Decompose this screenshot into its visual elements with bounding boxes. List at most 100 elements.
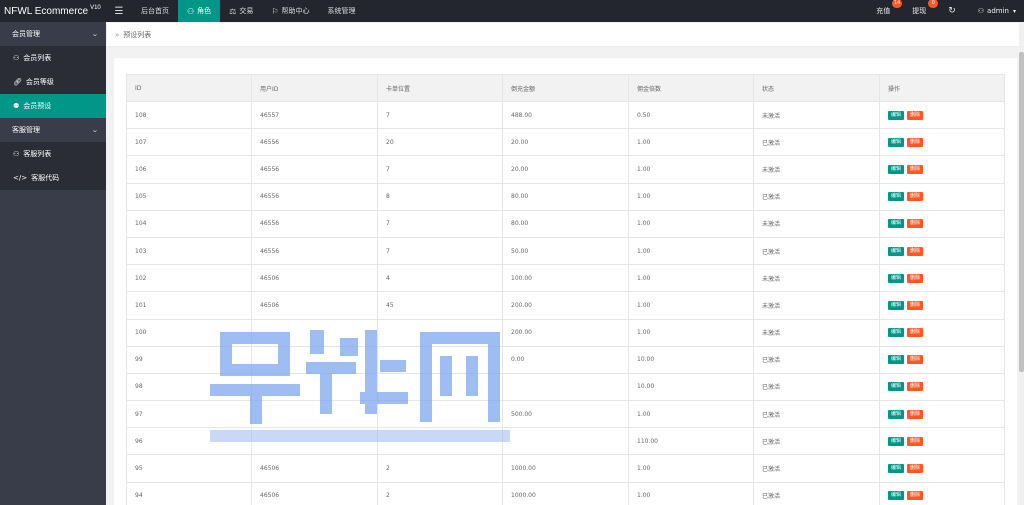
edit-button[interactable]: 编辑: [888, 137, 905, 147]
table-cell: 96: [126, 427, 252, 456]
table-cell: 101: [126, 291, 252, 320]
table-cell: 1.00: [628, 481, 754, 505]
scrollbar[interactable]: [1019, 22, 1024, 505]
table-cell: 4: [377, 264, 503, 293]
nav-home[interactable]: 后台首页: [132, 0, 178, 22]
withdraw-link[interactable]: 提现 0: [904, 0, 939, 22]
sidebar-item-member-level[interactable]: 🔗︎ 会员等级: [0, 70, 106, 94]
table-cell: [251, 427, 378, 456]
table-cell: 已激活: [753, 481, 880, 505]
table-cell: 1000.00: [502, 454, 629, 483]
sidebar-item-member-list[interactable]: ⚇ 会员列表: [0, 46, 106, 70]
preset-table: ID 用户ID 卡单位置 倒充金额 佣金倍数 状态 操作 108 46557 7 48…: [126, 74, 1005, 505]
withdraw-label: 提现: [912, 7, 927, 15]
sidebar-item-service-list[interactable]: ⚇ 客服列表: [0, 142, 106, 166]
delete-button[interactable]: 删除: [907, 491, 924, 501]
edit-button[interactable]: 编辑: [888, 491, 905, 501]
table-row: 102 46506 4 100.00 1.00 未激活 编辑 删除: [126, 264, 1005, 293]
column-header: 倒充金额: [502, 74, 629, 102]
edit-button[interactable]: 编辑: [888, 192, 905, 202]
column-header: 操作: [879, 74, 1005, 102]
actions-cell: 编辑 删除: [879, 372, 1005, 402]
app-brand[interactable]: NFWL Ecommerce V10: [0, 0, 106, 22]
table-cell: [502, 427, 629, 456]
edit-button[interactable]: 编辑: [888, 246, 905, 256]
scrollbar-thumb[interactable]: [1019, 52, 1024, 372]
edit-button[interactable]: 编辑: [888, 110, 905, 120]
table-cell: 1.00: [628, 128, 754, 157]
table-cell: 80.00: [502, 182, 629, 211]
edit-button[interactable]: 编辑: [888, 436, 905, 446]
sidebar-group-service[interactable]: 客服管理 ⌄: [0, 118, 106, 142]
group-icon: ⚉: [13, 102, 20, 110]
delete-button[interactable]: 删除: [907, 409, 924, 419]
table-cell: 0.00: [502, 345, 629, 374]
admin-label: admin: [987, 7, 1009, 15]
delete-button[interactable]: 删除: [907, 273, 924, 283]
actions-cell: 编辑 删除: [879, 345, 1005, 374]
column-header: 用户ID: [251, 74, 378, 102]
sidebar-item-service-code[interactable]: </> 客服代码: [0, 166, 106, 190]
table-cell: 110.00: [628, 427, 754, 456]
table-cell: 45: [377, 291, 503, 320]
delete-button[interactable]: 删除: [907, 164, 924, 174]
sidebar: 会员管理 ⌄ ⚇ 会员列表 🔗︎ 会员等级 ⚉ 会员预设 客服管理 ⌄ ⚇ 客服…: [0, 22, 106, 505]
delete-button[interactable]: 删除: [907, 137, 924, 147]
recharge-link[interactable]: 充值 14: [868, 0, 903, 22]
table-row: 105 46556 8 80.00 1.00 已激活 编辑 删除: [126, 182, 1005, 211]
table-cell: 10.00: [628, 345, 754, 374]
edit-button[interactable]: 编辑: [888, 464, 905, 474]
table-row: 107 46556 20 20.00 1.00 已激活 编辑 删除: [126, 128, 1005, 157]
edit-button[interactable]: 编辑: [888, 409, 905, 419]
delete-button[interactable]: 删除: [907, 436, 924, 446]
table-cell: 46557: [251, 100, 378, 130]
delete-button[interactable]: 删除: [907, 300, 924, 310]
delete-button[interactable]: 删除: [907, 192, 924, 202]
delete-button[interactable]: 删除: [907, 219, 924, 229]
sidebar-group-label: 客服管理: [12, 126, 40, 134]
table-cell: 100: [126, 318, 252, 347]
delete-button[interactable]: 删除: [907, 328, 924, 338]
table-cell: 7: [377, 209, 503, 238]
sidebar-group-members[interactable]: 会员管理 ⌄: [0, 22, 106, 46]
delete-button[interactable]: 删除: [907, 110, 924, 120]
edit-button[interactable]: 编辑: [888, 382, 905, 392]
table-row: 108 46557 7 488.00 0.50 未激活 编辑 删除: [126, 100, 1005, 130]
table-cell: [251, 345, 378, 374]
edit-button[interactable]: 编辑: [888, 300, 905, 310]
table-cell: 46556: [251, 155, 378, 184]
actions-cell: 编辑 删除: [879, 264, 1005, 293]
table-cell: 46556: [251, 209, 378, 238]
edit-button[interactable]: 编辑: [888, 328, 905, 338]
table-cell: 2: [377, 481, 503, 505]
hamburger-icon[interactable]: ☰: [106, 0, 132, 22]
admin-menu[interactable]: ⚇ admin ▾: [970, 0, 1024, 22]
delete-button[interactable]: 删除: [907, 382, 924, 392]
table-cell: 1.00: [628, 400, 754, 429]
delete-button[interactable]: 删除: [907, 246, 924, 256]
edit-button[interactable]: 编辑: [888, 273, 905, 283]
table-cell: 1000.00: [502, 481, 629, 505]
table-cell: 106: [126, 155, 252, 184]
actions-cell: 编辑 删除: [879, 155, 1005, 184]
edit-button[interactable]: 编辑: [888, 219, 905, 229]
edit-button[interactable]: 编辑: [888, 355, 905, 365]
delete-button[interactable]: 删除: [907, 464, 924, 474]
link-icon: 🔗︎: [13, 78, 22, 86]
nav-system-label: 系统管理: [327, 7, 356, 15]
breadcrumb: » 预设列表: [107, 23, 1019, 47]
nav-help[interactable]: ⚐ 帮助中心: [262, 0, 318, 22]
delete-button[interactable]: 删除: [907, 355, 924, 365]
users-icon: ⚇: [13, 150, 20, 158]
edit-button[interactable]: 编辑: [888, 164, 905, 174]
recharge-label: 充值: [876, 7, 891, 15]
table-cell: 1.00: [628, 264, 754, 293]
refresh-icon[interactable]: ↻: [940, 0, 964, 22]
nav-system[interactable]: 系统管理: [319, 0, 365, 22]
table-cell: 0.50: [628, 100, 754, 130]
nav-trade[interactable]: ⚖ 交易: [220, 0, 262, 22]
column-header: ID: [126, 74, 252, 102]
nav-role[interactable]: ⚇ 角色: [178, 0, 221, 22]
sidebar-item-member-preset[interactable]: ⚉ 会员预设: [0, 94, 106, 118]
table-cell: 95: [126, 454, 252, 483]
